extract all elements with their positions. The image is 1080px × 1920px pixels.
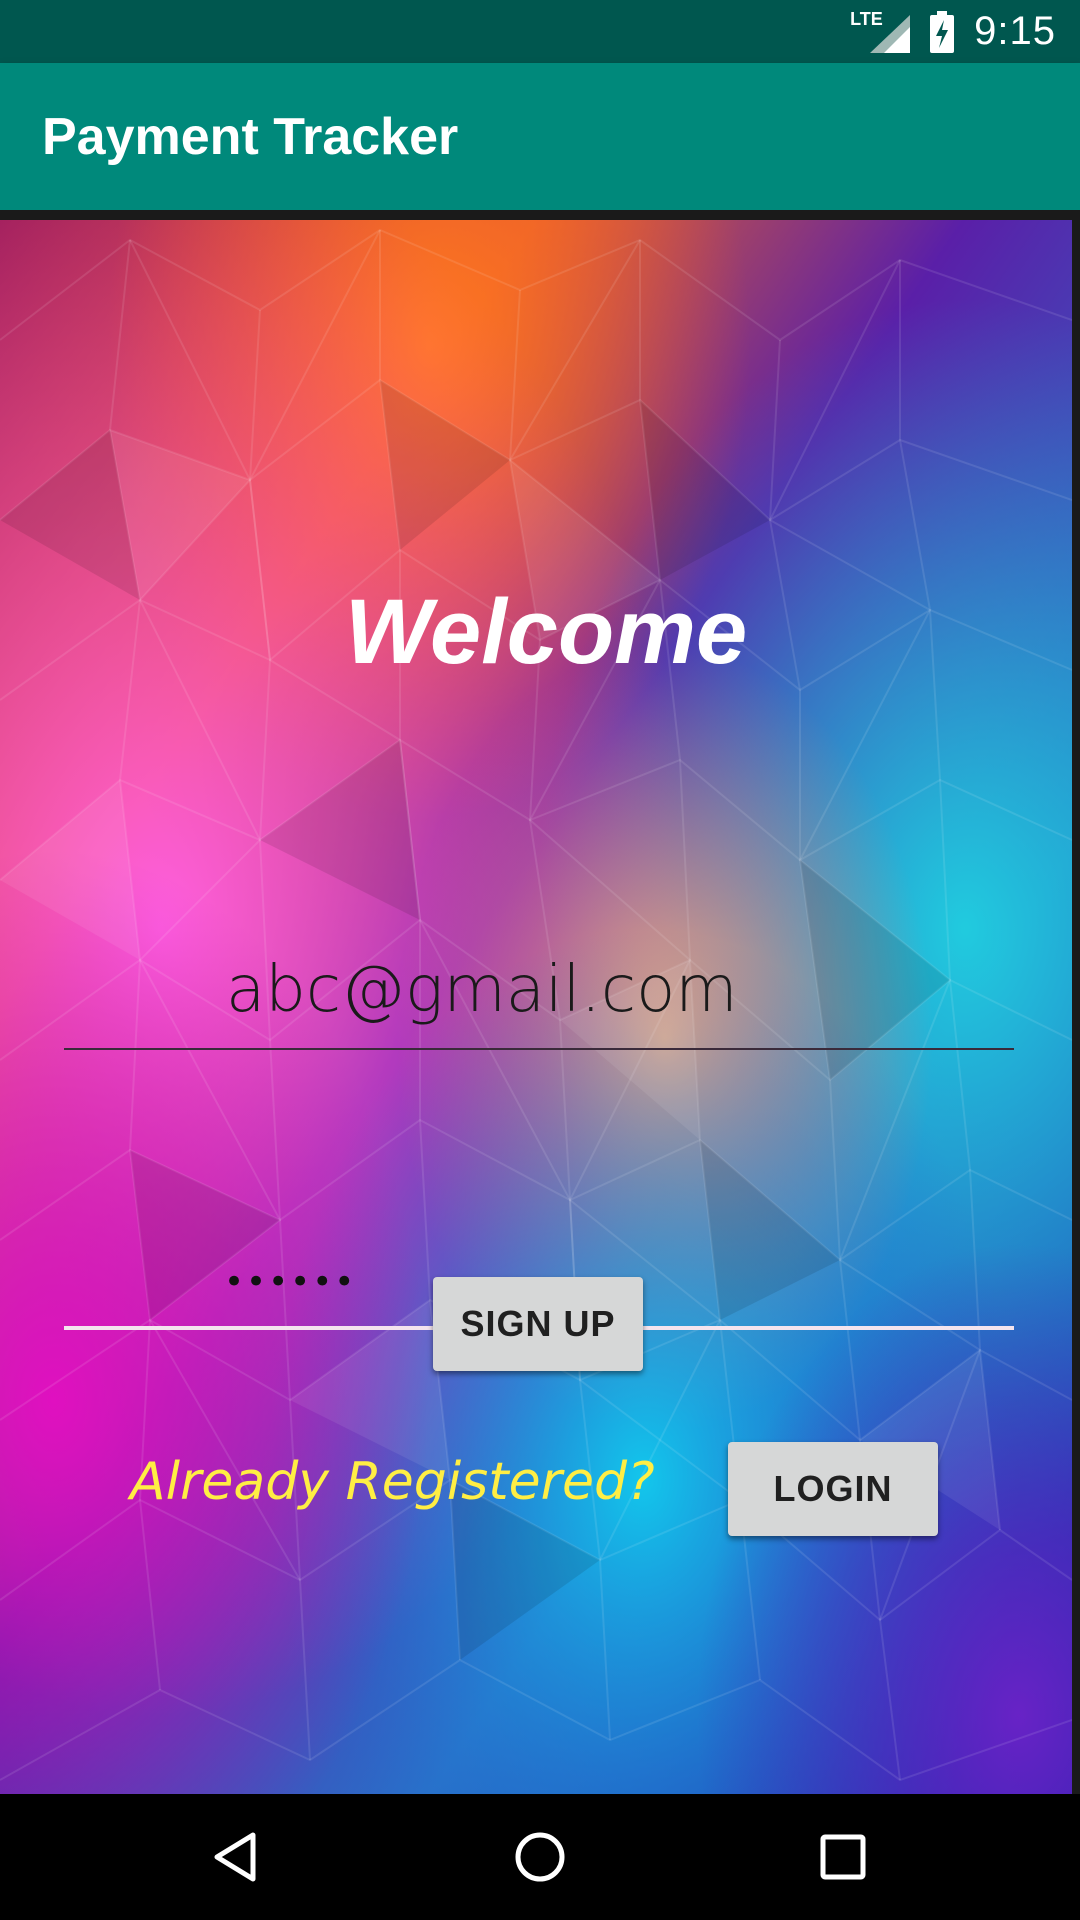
navigation-bar xyxy=(0,1794,1080,1920)
email-input[interactable] xyxy=(224,952,988,1028)
recents-button[interactable] xyxy=(783,1794,903,1920)
signup-button[interactable]: SIGN UP xyxy=(433,1277,643,1371)
welcome-heading: Welcome xyxy=(344,581,748,683)
login-screen: Welcome •••••• SIGN UP Already Registere… xyxy=(0,210,1080,1794)
recents-icon xyxy=(820,1834,866,1880)
email-underline xyxy=(64,1048,1014,1050)
back-icon xyxy=(214,1832,256,1882)
home-icon xyxy=(515,1832,565,1882)
lte-signal-icon: LTE xyxy=(850,9,911,53)
status-icons: LTE 9:15 xyxy=(850,0,1056,63)
already-registered-label: Already Registered? xyxy=(130,1452,655,1512)
home-button[interactable] xyxy=(480,1794,600,1920)
login-button[interactable]: LOGIN xyxy=(728,1442,938,1536)
app-bar: Payment Tracker xyxy=(0,63,1080,210)
app-title: Payment Tracker xyxy=(42,108,459,166)
network-label: LTE xyxy=(850,8,883,29)
back-button[interactable] xyxy=(175,1794,295,1920)
status-time: 9:15 xyxy=(974,9,1056,53)
email-field[interactable] xyxy=(64,930,1014,1050)
battery-charging-icon xyxy=(928,10,956,53)
status-bar: LTE 9:15 xyxy=(0,0,1080,63)
